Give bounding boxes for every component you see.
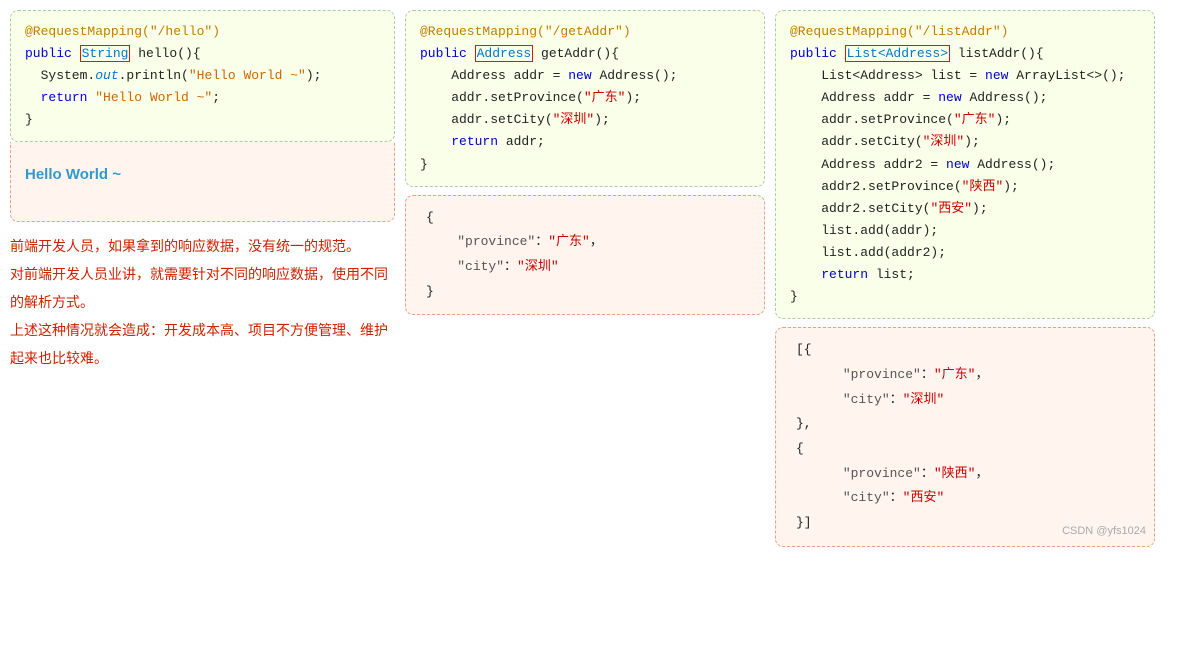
json3-mid: }, [796, 412, 1134, 437]
p3-line8: addr2.setCity("西安"); [790, 198, 1140, 220]
p2-line4: addr.setCity("深圳"); [420, 109, 750, 131]
p2-line5: return addr; [420, 131, 750, 153]
json2-open: { [426, 206, 744, 231]
hello-output-text: Hello World ~ [25, 152, 380, 193]
bottom-line3: 上述这种情况就会造成：开发成本高、项目不方便管理、维护起来也比较难。 [10, 316, 395, 372]
json3-line1: "province"："广东"， [796, 363, 1134, 388]
right-column: @RequestMapping("/listAddr") public List… [775, 10, 1155, 547]
json3-line2: "city"："深圳" [796, 388, 1134, 413]
left-column: @RequestMapping("/hello") public String … [10, 10, 395, 372]
p3-line2: List<Address> list = new ArrayList<>(); [790, 65, 1140, 87]
p3-line4: addr.setProvince("广东"); [790, 109, 1140, 131]
p3-line1: public List<Address> listAddr(){ [790, 43, 1140, 65]
panel1-output: Hello World ~ [10, 142, 395, 222]
p1-line3: return "Hello World ~"; [25, 87, 380, 109]
bottom-line2: 对前端开发人员业讲，就需要针对不同的响应数据，使用不同的解析方式。 [10, 260, 395, 316]
panel1-code: @RequestMapping("/hello") public String … [10, 10, 395, 142]
p2-line1: public Address getAddr(){ [420, 43, 750, 65]
p3-line12: } [790, 286, 1140, 308]
p2-annotation: @RequestMapping("/getAddr") [420, 21, 750, 43]
p3-line6: Address addr2 = new Address(); [790, 154, 1140, 176]
json2-line1: "province"："广东"， [426, 230, 744, 255]
p1-line4: } [25, 109, 380, 131]
p2-line2: Address addr = new Address(); [420, 65, 750, 87]
p3-line7: addr2.setProvince("陕西"); [790, 176, 1140, 198]
panel3-code: @RequestMapping("/listAddr") public List… [775, 10, 1155, 319]
json2-close: } [426, 280, 744, 305]
p3-annotation: @RequestMapping("/listAddr") [790, 21, 1140, 43]
middle-column: @RequestMapping("/getAddr") public Addre… [405, 10, 765, 315]
json3-line4: "city"："西安" [796, 486, 1134, 511]
p3-line5: addr.setCity("深圳"); [790, 131, 1140, 153]
panel3-json: [{ "province"："广东"， "city"："深圳" }, { "pr… [775, 327, 1155, 547]
panel2-json: { "province"："广东"， "city"："深圳" } [405, 195, 765, 316]
p3-line11: return list; [790, 264, 1140, 286]
main-layout: @RequestMapping("/hello") public String … [10, 10, 1168, 547]
p2-line6: } [420, 154, 750, 176]
p3-line9: list.add(addr); [790, 220, 1140, 242]
p2-line3: addr.setProvince("广东"); [420, 87, 750, 109]
p3-line3: Address addr = new Address(); [790, 87, 1140, 109]
panel2-code: @RequestMapping("/getAddr") public Addre… [405, 10, 765, 187]
p1-line2: System.out.println("Hello World ~"); [25, 65, 380, 87]
p3-line10: list.add(addr2); [790, 242, 1140, 264]
json3-open: [{ [796, 338, 1134, 363]
json2-line2: "city"："深圳" [426, 255, 744, 280]
bottom-line1: 前端开发人员，如果拿到的响应数据，没有统一的规范。 [10, 232, 395, 260]
p1-line1: public String hello(){ [25, 43, 380, 65]
json3-open2: { [796, 437, 1134, 462]
watermark-text: CSDN @yfs1024 [1062, 521, 1146, 542]
p1-annotation: @RequestMapping("/hello") [25, 21, 380, 43]
json3-line3: "province"："陕西"， [796, 462, 1134, 487]
bottom-description: 前端开发人员，如果拿到的响应数据，没有统一的规范。 对前端开发人员业讲，就需要针… [10, 232, 395, 372]
